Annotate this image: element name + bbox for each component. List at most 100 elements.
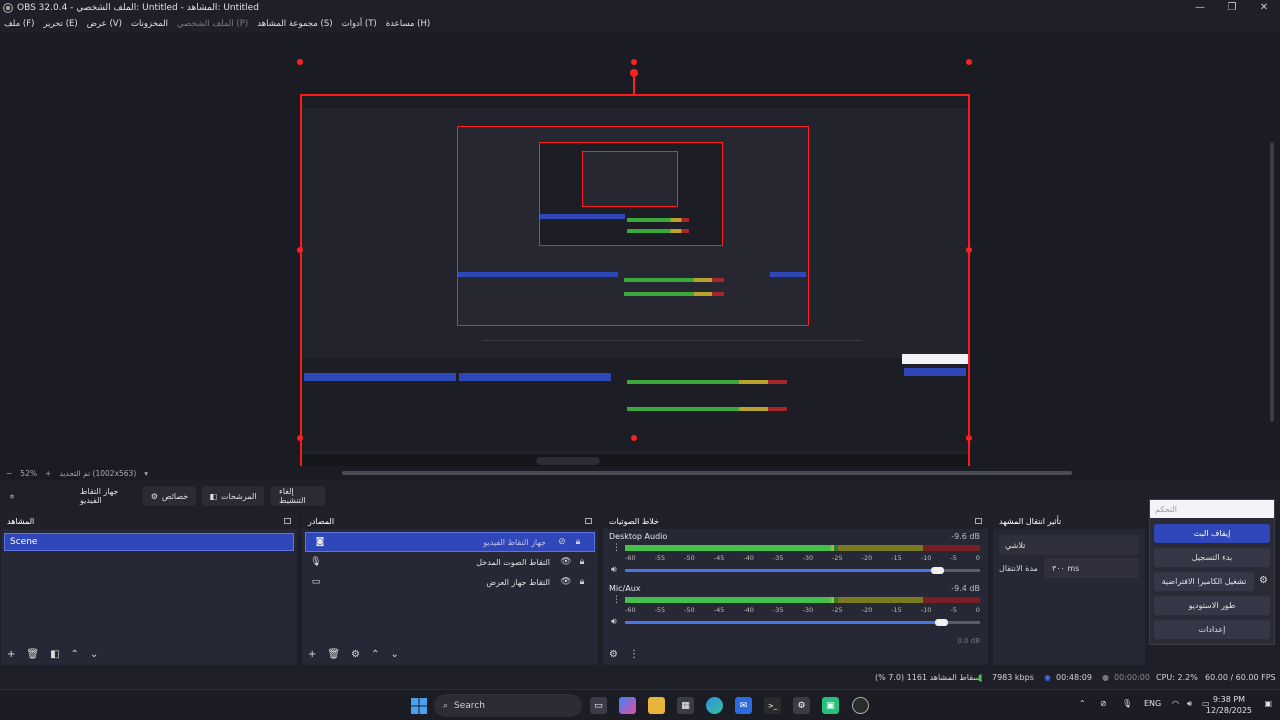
copilot-icon[interactable] [619, 697, 636, 714]
taskbar-search[interactable]: ⌕ Search [434, 694, 582, 717]
volume-slider[interactable] [625, 569, 937, 572]
deactivate-button[interactable]: إلغاء التنشيط [271, 486, 325, 506]
wifi-icon[interactable]: ◠ [1172, 699, 1179, 708]
settings-button[interactable]: إعدادات [1154, 620, 1270, 639]
menu-profile[interactable]: الملف الشخصي (P) [177, 19, 248, 29]
studio-mode-button[interactable]: طور الاستوديو [1154, 596, 1270, 615]
language-indicator[interactable]: ENG [1144, 699, 1161, 708]
eye-icon[interactable]: 👁︎ [558, 557, 574, 567]
virtual-camera-settings-gear-icon[interactable]: ⚙ [1259, 575, 1273, 593]
scene-list-item[interactable]: Scene [4, 533, 294, 551]
file-explorer-icon[interactable] [648, 697, 665, 714]
menu-view[interactable]: عرض (V) [87, 19, 122, 29]
remove-source-button[interactable]: 🗑 [327, 649, 340, 660]
source-item-audio-input[interactable]: 🎙︎ التقاط الصوت المدخل 👁︎ 🔒︎ [302, 552, 598, 572]
resize-handle-bl[interactable] [297, 435, 303, 441]
maximize-button[interactable]: ❐ [1216, 0, 1248, 15]
channel-menu-icon[interactable]: ⋮ [612, 595, 621, 605]
transition-select[interactable]: تلاشي [999, 535, 1139, 555]
menu-tools[interactable]: أدوات (T) [342, 19, 377, 29]
close-button[interactable]: ✕ [1248, 0, 1280, 15]
volume-slider[interactable] [625, 621, 941, 624]
source-properties-icon[interactable]: ⚙ [351, 649, 360, 660]
mixer-menu-icon[interactable]: ⋮ [629, 649, 639, 660]
volume-slider-knob[interactable] [935, 619, 948, 626]
notifications-icon[interactable]: ▣ [1264, 699, 1272, 708]
mail-icon[interactable]: ✉ [735, 697, 752, 714]
properties-button[interactable]: ⚙ خصائص [143, 486, 196, 506]
nested-control-button [770, 272, 806, 277]
tray-overflow-icon[interactable]: ⌃ [1079, 699, 1086, 708]
move-down-icon[interactable]: ⌄ [390, 649, 398, 660]
menu-help[interactable]: مساعدة (H) [386, 19, 430, 29]
system-clock[interactable]: 9:38 PM 12/28/2025 [1206, 694, 1252, 716]
preview-canvas[interactable] [0, 32, 1280, 470]
controls-title: التحكم [1150, 500, 1274, 518]
nested-meter [627, 380, 787, 384]
resize-handle-b[interactable] [631, 435, 637, 441]
stream-icon: ◉ [1044, 673, 1051, 682]
eye-icon[interactable]: 👁︎ [558, 577, 574, 587]
menu-file[interactable]: ملف (F) [4, 19, 34, 29]
speaker-icon[interactable]: 🔊︎ [611, 565, 617, 575]
source-item-video-capture[interactable]: ◙ جهاز التقاط الفيديو ⊘ 🔒︎ [305, 532, 595, 552]
chat-app-icon[interactable]: ▣ [822, 697, 839, 714]
rotation-handle[interactable] [630, 69, 638, 77]
virtual-camera-button[interactable]: تشغيل الكاميرا الافتراضية [1154, 572, 1254, 591]
zoom-in-button[interactable]: + [45, 469, 51, 478]
resize-handle-br[interactable] [966, 435, 972, 441]
undock-icon[interactable] [284, 518, 291, 524]
preview-horizontal-scrollbar[interactable] [342, 471, 1072, 475]
volume-tray-icon[interactable]: 🔊︎ [1187, 699, 1192, 709]
lock-icon[interactable]: 🔒︎ [570, 537, 586, 547]
camera-icon: ◙ [315, 537, 325, 547]
resize-handle-r[interactable] [966, 247, 972, 253]
start-recording-button[interactable]: بدء التسجيل [1154, 548, 1270, 567]
menu-edit[interactable]: تحرير (E) [43, 19, 77, 29]
stop-streaming-button[interactable]: إيقاف البث [1154, 524, 1270, 543]
undock-icon[interactable] [975, 518, 982, 524]
store-icon[interactable]: ▦ [677, 697, 694, 714]
preview-vertical-scrollbar[interactable] [1270, 142, 1274, 422]
zoom-out-button[interactable]: − [6, 469, 12, 478]
scene-filters-icon[interactable]: ◧ [50, 649, 59, 660]
advanced-audio-icon[interactable]: ⚙ [609, 649, 618, 660]
resize-handle-t[interactable] [631, 59, 637, 65]
speaker-icon[interactable]: 🔊︎ [611, 617, 617, 627]
zoom-dropdown-icon[interactable]: ▾ [144, 469, 148, 478]
duration-input[interactable]: ٣٠٠ ms [1043, 558, 1139, 578]
terminal-icon[interactable]: >_ [764, 697, 781, 714]
channel-menu-icon[interactable]: ⋮ [612, 543, 621, 553]
move-up-icon[interactable]: ⌃ [71, 649, 79, 660]
remove-scene-button[interactable]: 🗑 [26, 649, 39, 660]
settings-app-icon[interactable]: ⚙ [793, 697, 810, 714]
resize-handle-tr[interactable] [966, 59, 972, 65]
task-view-icon[interactable]: ▭ [590, 697, 607, 714]
network-off-icon[interactable]: ⊘ [1100, 699, 1107, 708]
resize-handle-l[interactable] [297, 247, 303, 253]
zoom-mode-label[interactable]: تم التحديد (1002x563) [59, 469, 136, 478]
menu-scene-collection[interactable]: مجموعة المشاهد (S) [257, 19, 332, 29]
windows-start-icon[interactable] [410, 697, 427, 714]
gear-icon: ⚙ [150, 491, 158, 501]
nested-source-row [459, 373, 611, 381]
microphone-tray-icon[interactable]: 🎙︎ [1122, 699, 1132, 708]
video-capture-preview[interactable] [300, 94, 970, 470]
menu-docks[interactable]: المخزونات [131, 19, 168, 29]
add-scene-button[interactable]: + [7, 649, 15, 660]
move-down-icon[interactable]: ⌄ [90, 649, 98, 660]
move-up-icon[interactable]: ⌃ [371, 649, 379, 660]
volume-slider-knob[interactable] [931, 567, 944, 574]
lock-icon[interactable]: 🔒︎ [574, 577, 590, 587]
undock-icon[interactable] [585, 518, 592, 524]
filters-button[interactable]: ◧ المرشحات [202, 486, 264, 506]
obs-taskbar-icon[interactable] [852, 697, 869, 714]
resize-handle-tl[interactable] [297, 59, 303, 65]
add-source-button[interactable]: + [308, 649, 316, 660]
visibility-hidden-icon[interactable]: ⊘ [554, 537, 570, 547]
source-item-display-capture[interactable]: ▭ التقاط جهاز العرض 👁︎ 🔒︎ [302, 572, 598, 592]
lock-icon[interactable]: 🔒︎ [574, 557, 590, 567]
source-name: التقاط الصوت المدخل [476, 557, 550, 567]
minimize-button[interactable]: — [1184, 0, 1216, 15]
edge-icon[interactable] [706, 697, 723, 714]
